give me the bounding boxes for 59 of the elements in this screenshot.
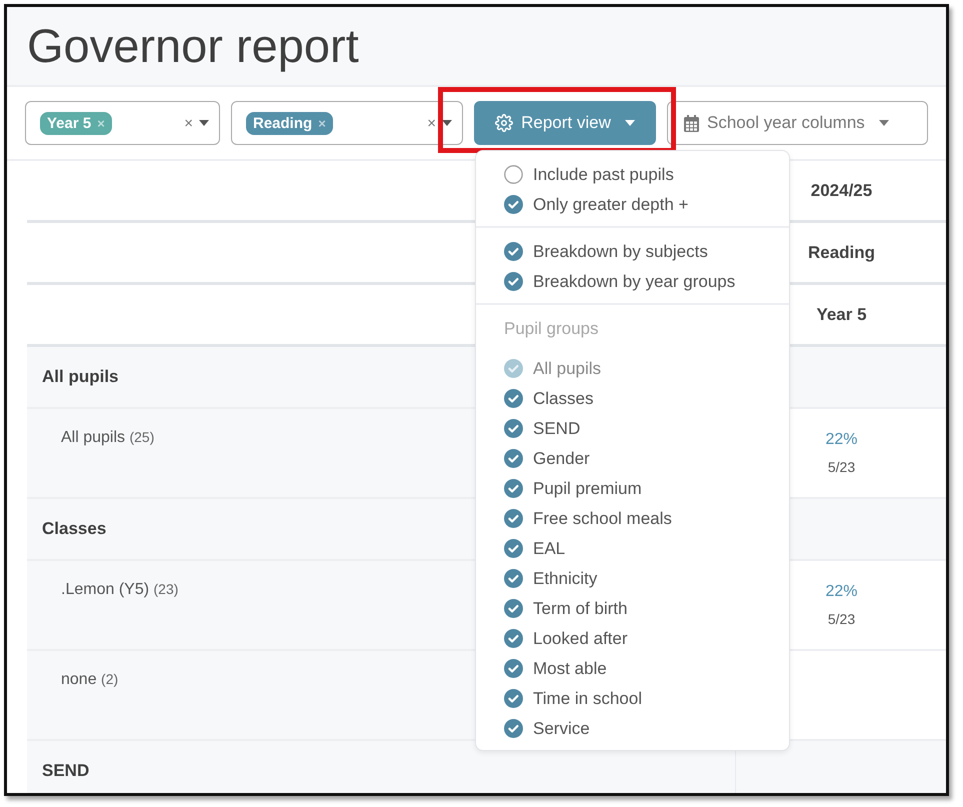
checked-icon[interactable]	[504, 659, 523, 678]
menu-item-label[interactable]: EAL	[533, 540, 566, 558]
checked-icon[interactable]	[504, 689, 523, 708]
filter-tag: Reading ×	[246, 112, 333, 134]
checked-icon[interactable]	[504, 509, 523, 528]
fraction-text: 5/23	[828, 459, 856, 475]
checked-icon[interactable]	[504, 629, 523, 648]
menu-item-label[interactable]: Looked after	[533, 630, 628, 648]
menu-item-label[interactable]: Free school meals	[533, 510, 672, 528]
menu-item-label[interactable]: Pupil premium	[533, 480, 642, 498]
checked-icon[interactable]	[504, 569, 523, 588]
checked-icon[interactable]	[504, 479, 523, 498]
school-year-columns-button[interactable]: School year columns	[667, 101, 928, 145]
checked-icon[interactable]	[504, 272, 523, 291]
unchecked-icon[interactable]	[504, 165, 523, 184]
calendar-icon	[684, 114, 699, 132]
menu-item-label[interactable]: Gender	[533, 450, 590, 468]
menu-item-label[interactable]: Only greater depth +	[533, 196, 688, 214]
menu-item-label[interactable]: Breakdown by year groups	[533, 272, 736, 290]
menu-item-label[interactable]: Service	[533, 720, 590, 738]
menu-heading: Pupil groups	[504, 319, 600, 339]
menu-item-label[interactable]: Time in school	[533, 690, 642, 708]
filter-select[interactable]: Reading × ×	[231, 101, 463, 145]
checked-icon[interactable]	[504, 195, 523, 214]
row-label: All pupils	[61, 429, 126, 446]
row-label: .Lemon (Y5)	[61, 581, 150, 598]
page-title: Governor report	[27, 18, 360, 74]
checked-icon[interactable]	[504, 242, 523, 261]
menu-item-label[interactable]: SEND	[533, 420, 580, 438]
menu-item-label[interactable]: Ethnicity	[533, 570, 598, 588]
clear-button[interactable]: ×	[427, 114, 436, 132]
checked-icon[interactable]	[504, 419, 523, 438]
checked-icon[interactable]	[504, 389, 523, 408]
checked-icon[interactable]	[504, 449, 523, 468]
row-label: none	[61, 671, 97, 688]
caret-icon	[442, 120, 452, 126]
filter-select[interactable]: Year 5 × ×	[25, 101, 220, 145]
checked-icon[interactable]	[504, 719, 523, 738]
pupil-count: (2)	[101, 671, 118, 687]
menu-item-label[interactable]: Most able	[533, 660, 607, 678]
pupil-count: (23)	[154, 581, 178, 597]
checked-icon[interactable]	[504, 599, 523, 618]
menu-item-label[interactable]: Term of birth	[533, 600, 628, 618]
menu-item-label[interactable]: Classes	[533, 390, 594, 408]
report-view-button[interactable]: Report view	[474, 101, 656, 145]
filter-tag: Year 5 ×	[40, 112, 112, 134]
group-heading: SEND	[27, 741, 735, 793]
percentage-link[interactable]: 22%	[825, 583, 858, 601]
menu-item-label[interactable]: Breakdown by subjects	[533, 242, 708, 260]
caret-icon	[624, 120, 635, 126]
percentage-link[interactable]: 22%	[825, 431, 858, 449]
caret-icon	[878, 120, 889, 126]
settings-icon	[495, 114, 514, 132]
caret-icon	[199, 120, 209, 126]
checked-icon[interactable]	[504, 539, 523, 558]
fraction-text: 5/23	[828, 611, 856, 627]
pupil-count: (25)	[129, 429, 154, 445]
clear-button[interactable]: ×	[184, 114, 193, 132]
menu-item-label[interactable]: Include past pupils	[533, 166, 674, 184]
